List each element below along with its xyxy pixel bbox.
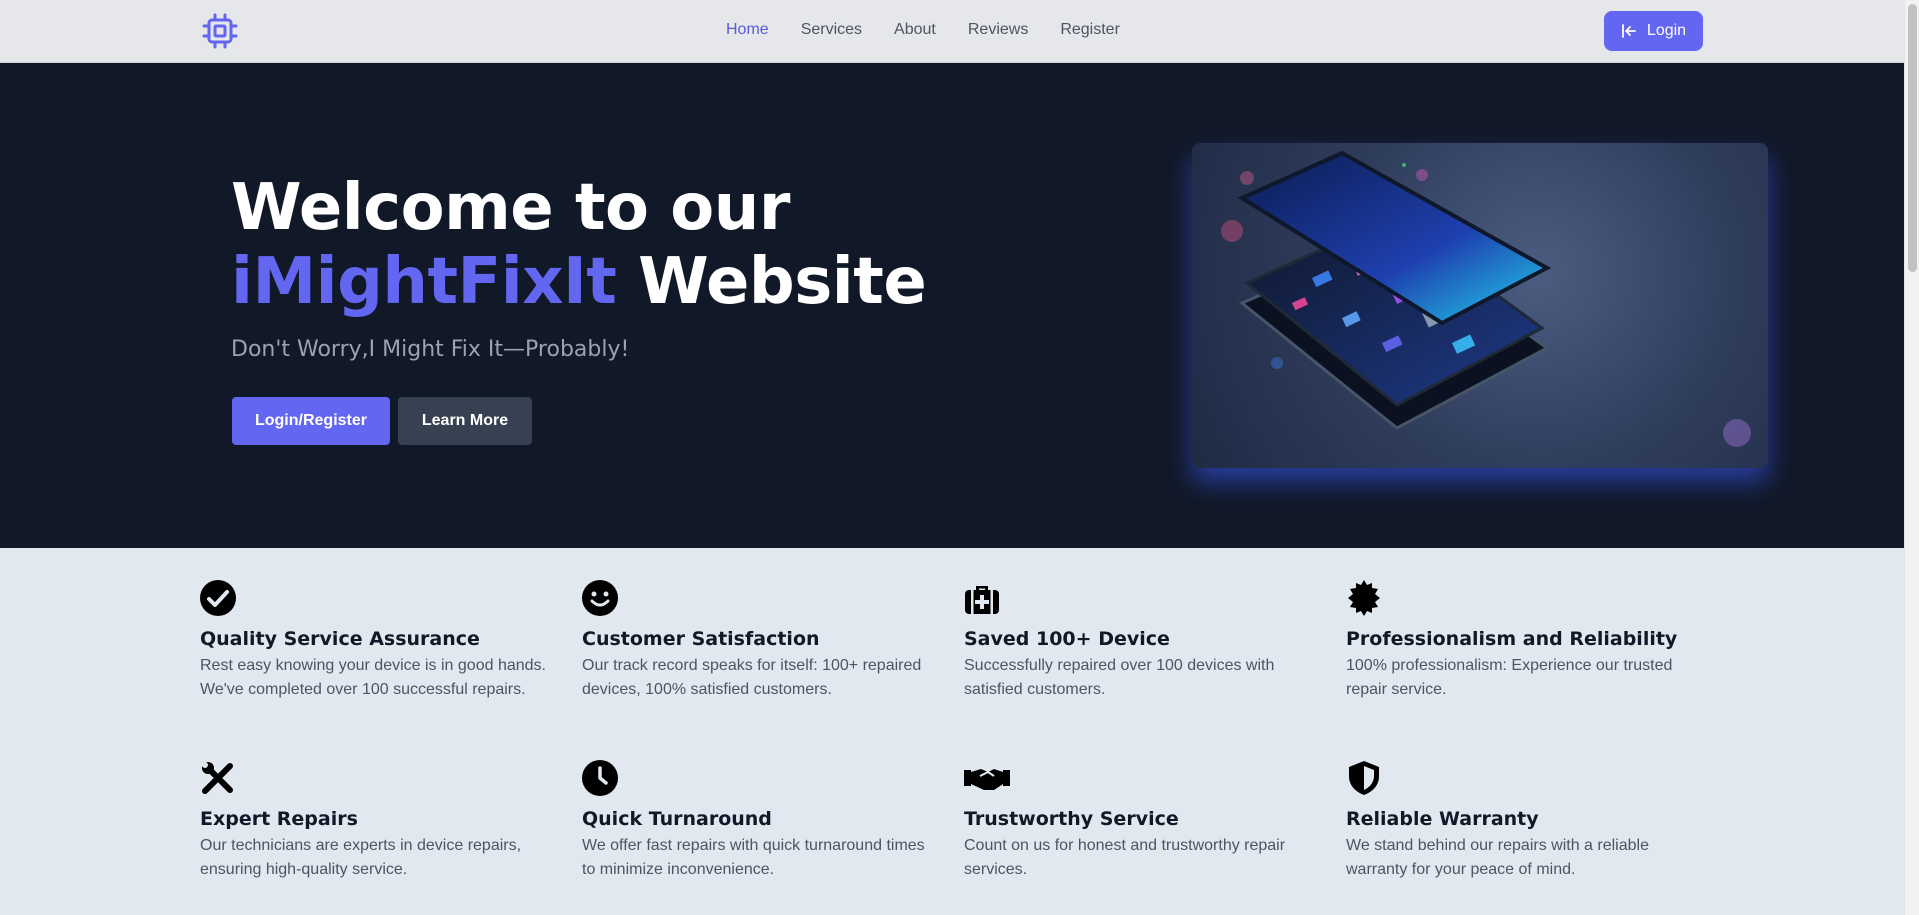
feature-title: Customer Satisfaction (582, 628, 820, 650)
clock-icon (582, 760, 618, 796)
hero-title: Welcome to our iMightFixIt Website (231, 171, 927, 319)
exploded-smartphone-illustration (1221, 150, 1751, 447)
feature-text: We offer fast repairs with quick turnaro… (582, 837, 925, 878)
login-button-label: Login (1646, 22, 1687, 39)
feature-title: Saved 100+ Device (964, 628, 1170, 650)
hero-subtitle: Don't Worry,I Might Fix It—Probably! (231, 337, 630, 362)
handshake-icon (964, 769, 1010, 790)
nav-register[interactable]: Register (1060, 21, 1120, 39)
feature-card: Professionalism and Reliability 100% pro… (1346, 580, 1706, 698)
hero-title-rest: Website (616, 245, 927, 319)
site-header: Home Services About Reviews Register Log… (0, 0, 1904, 63)
feature-text: Count on us for honest and trustworthy r… (964, 837, 1286, 878)
feature-text: 100% professionalism: Experience our tru… (1346, 657, 1673, 698)
feature-text: Our track record speaks for itself: 100+… (582, 657, 922, 698)
badge-icon (1348, 580, 1380, 616)
smile-icon (582, 580, 618, 616)
page-scrollbar[interactable] (1904, 0, 1919, 915)
nav-home[interactable]: Home (726, 21, 769, 39)
medical-kit-icon (965, 586, 999, 614)
feature-title: Professionalism and Reliability (1346, 628, 1678, 650)
shield-icon (1349, 761, 1379, 795)
feature-card: Reliable Warranty We stand behind our re… (1346, 760, 1706, 878)
nav-services[interactable]: Services (801, 21, 862, 39)
feature-text: We stand behind our repairs with a relia… (1346, 837, 1649, 878)
learn-more-button[interactable]: Learn More (398, 397, 532, 445)
login-register-button[interactable]: Login/Register (232, 397, 390, 445)
feature-text: Rest easy knowing your device is in good… (200, 657, 546, 698)
arrow-to-left-icon (1622, 24, 1636, 38)
feature-title: Expert Repairs (200, 808, 358, 830)
feature-title: Quality Service Assurance (200, 628, 480, 650)
tools-icon (202, 762, 233, 794)
hero-section: Welcome to our iMightFixIt Website Don't… (0, 63, 1904, 548)
hero-title-line1: Welcome to our (231, 171, 790, 245)
feature-title: Reliable Warranty (1346, 808, 1539, 830)
hero-title-brand: iMightFixIt (231, 245, 617, 319)
features-section: Quality Service Assurance Rest easy know… (0, 548, 1904, 915)
feature-text: Successfully repaired over 100 devices w… (964, 657, 1275, 698)
feature-title: Trustworthy Service (964, 808, 1179, 830)
login-button[interactable]: Login (1604, 11, 1703, 51)
feature-card: Quality Service Assurance Rest easy know… (200, 580, 560, 698)
feature-card: Trustworthy Service Count on us for hone… (964, 760, 1324, 878)
nav-reviews[interactable]: Reviews (968, 21, 1028, 39)
feature-text: Our technicians are experts in device re… (200, 837, 522, 878)
cpu-chip-icon[interactable] (202, 13, 238, 49)
check-circle-icon (200, 580, 236, 616)
scrollbar-thumb[interactable] (1908, 4, 1917, 272)
hero-image (1192, 143, 1768, 468)
feature-card: Quick Turnaround We offer fast repairs w… (582, 760, 942, 878)
feature-card: Customer Satisfaction Our track record s… (582, 580, 942, 698)
nav-about[interactable]: About (894, 21, 936, 39)
main-nav: Home Services About Reviews Register (726, 21, 1120, 39)
feature-card: Saved 100+ Device Successfully repaired … (964, 580, 1324, 698)
feature-card: Expert Repairs Our technicians are exper… (200, 760, 560, 878)
feature-title: Quick Turnaround (582, 808, 772, 830)
